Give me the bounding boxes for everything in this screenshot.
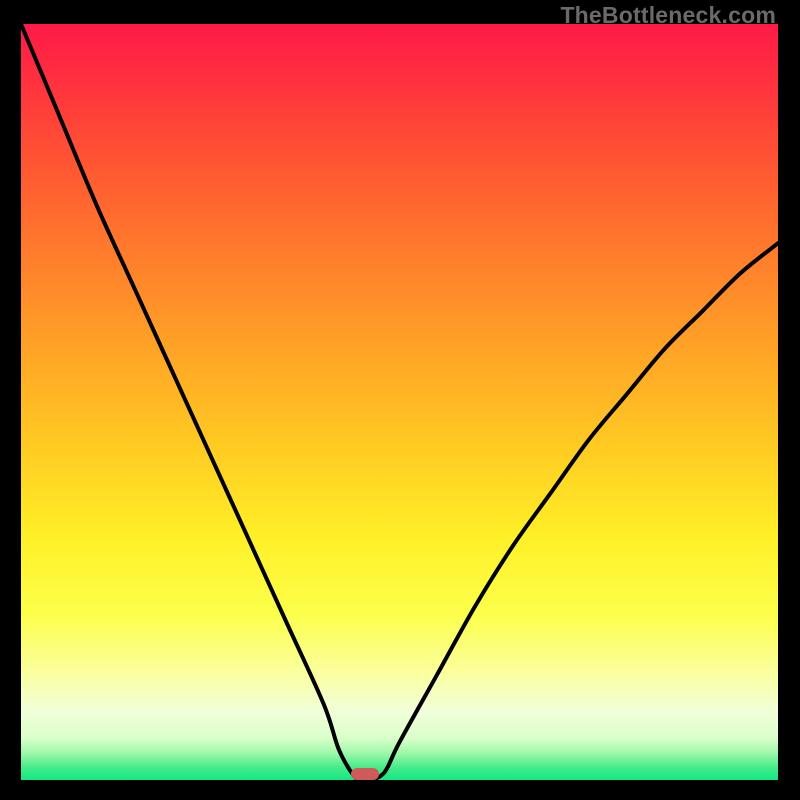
chart-frame: TheBottleneck.com (0, 0, 800, 800)
bottleneck-curve (21, 24, 778, 780)
plot-area (21, 24, 778, 780)
optimal-point-marker (351, 768, 379, 780)
